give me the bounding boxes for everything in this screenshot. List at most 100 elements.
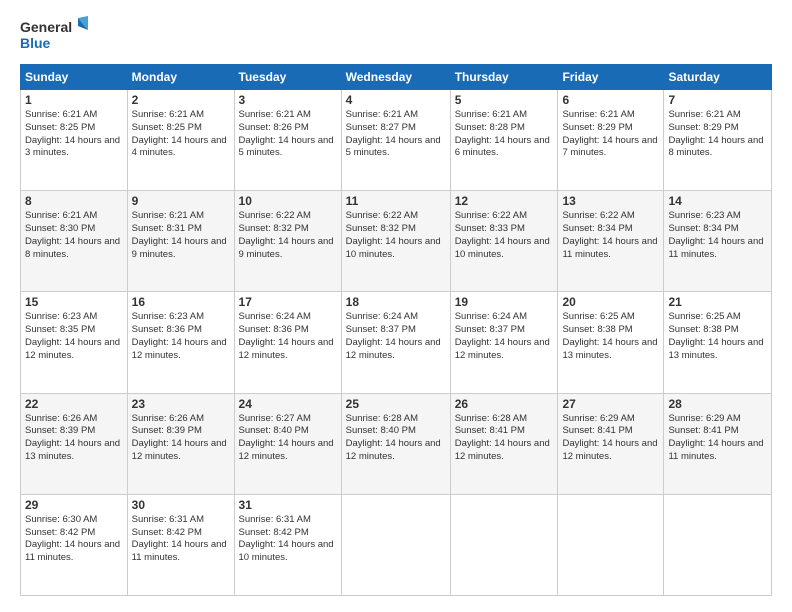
calendar-day-29: 29 Sunrise: 6:30 AM Sunset: 8:42 PM Dayl… — [21, 494, 128, 595]
day-info: Sunrise: 6:28 AM Sunset: 8:41 PM Dayligh… — [455, 413, 554, 464]
calendar-day-21: 21 Sunrise: 6:25 AM Sunset: 8:38 PM Dayl… — [664, 292, 772, 393]
calendar-week-4: 29 Sunrise: 6:30 AM Sunset: 8:42 PM Dayl… — [21, 494, 772, 595]
calendar-table: SundayMondayTuesdayWednesdayThursdayFrid… — [20, 64, 772, 596]
empty-cell — [558, 494, 664, 595]
day-info: Sunrise: 6:21 AM Sunset: 8:26 PM Dayligh… — [239, 109, 337, 160]
day-number: 14 — [668, 194, 767, 208]
calendar-day-19: 19 Sunrise: 6:24 AM Sunset: 8:37 PM Dayl… — [450, 292, 558, 393]
day-number: 13 — [562, 194, 659, 208]
day-info: Sunrise: 6:24 AM Sunset: 8:37 PM Dayligh… — [346, 311, 446, 362]
day-number: 28 — [668, 397, 767, 411]
day-number: 18 — [346, 295, 446, 309]
day-info: Sunrise: 6:21 AM Sunset: 8:30 PM Dayligh… — [25, 210, 123, 261]
calendar-week-0: 1 Sunrise: 6:21 AM Sunset: 8:25 PM Dayli… — [21, 90, 772, 191]
day-info: Sunrise: 6:23 AM Sunset: 8:36 PM Dayligh… — [132, 311, 230, 362]
day-info: Sunrise: 6:24 AM Sunset: 8:36 PM Dayligh… — [239, 311, 337, 362]
day-info: Sunrise: 6:22 AM Sunset: 8:33 PM Dayligh… — [455, 210, 554, 261]
day-info: Sunrise: 6:22 AM Sunset: 8:32 PM Dayligh… — [239, 210, 337, 261]
calendar-day-24: 24 Sunrise: 6:27 AM Sunset: 8:40 PM Dayl… — [234, 393, 341, 494]
day-info: Sunrise: 6:21 AM Sunset: 8:27 PM Dayligh… — [346, 109, 446, 160]
day-number: 10 — [239, 194, 337, 208]
day-info: Sunrise: 6:25 AM Sunset: 8:38 PM Dayligh… — [562, 311, 659, 362]
day-info: Sunrise: 6:26 AM Sunset: 8:39 PM Dayligh… — [132, 413, 230, 464]
calendar-day-23: 23 Sunrise: 6:26 AM Sunset: 8:39 PM Dayl… — [127, 393, 234, 494]
calendar-week-2: 15 Sunrise: 6:23 AM Sunset: 8:35 PM Dayl… — [21, 292, 772, 393]
calendar-day-27: 27 Sunrise: 6:29 AM Sunset: 8:41 PM Dayl… — [558, 393, 664, 494]
calendar-day-14: 14 Sunrise: 6:23 AM Sunset: 8:34 PM Dayl… — [664, 191, 772, 292]
day-info: Sunrise: 6:21 AM Sunset: 8:31 PM Dayligh… — [132, 210, 230, 261]
calendar-day-11: 11 Sunrise: 6:22 AM Sunset: 8:32 PM Dayl… — [341, 191, 450, 292]
day-number: 3 — [239, 93, 337, 107]
header: General Blue — [20, 16, 772, 54]
day-number: 31 — [239, 498, 337, 512]
calendar-day-28: 28 Sunrise: 6:29 AM Sunset: 8:41 PM Dayl… — [664, 393, 772, 494]
day-info: Sunrise: 6:22 AM Sunset: 8:32 PM Dayligh… — [346, 210, 446, 261]
day-info: Sunrise: 6:21 AM Sunset: 8:29 PM Dayligh… — [562, 109, 659, 160]
day-number: 15 — [25, 295, 123, 309]
calendar-day-1: 1 Sunrise: 6:21 AM Sunset: 8:25 PM Dayli… — [21, 90, 128, 191]
col-header-saturday: Saturday — [664, 65, 772, 90]
svg-text:Blue: Blue — [20, 35, 51, 51]
day-info: Sunrise: 6:22 AM Sunset: 8:34 PM Dayligh… — [562, 210, 659, 261]
day-number: 4 — [346, 93, 446, 107]
day-info: Sunrise: 6:30 AM Sunset: 8:42 PM Dayligh… — [25, 514, 123, 565]
calendar-day-26: 26 Sunrise: 6:28 AM Sunset: 8:41 PM Dayl… — [450, 393, 558, 494]
calendar-week-3: 22 Sunrise: 6:26 AM Sunset: 8:39 PM Dayl… — [21, 393, 772, 494]
day-info: Sunrise: 6:29 AM Sunset: 8:41 PM Dayligh… — [668, 413, 767, 464]
empty-cell — [341, 494, 450, 595]
col-header-monday: Monday — [127, 65, 234, 90]
day-number: 9 — [132, 194, 230, 208]
calendar-day-18: 18 Sunrise: 6:24 AM Sunset: 8:37 PM Dayl… — [341, 292, 450, 393]
day-number: 26 — [455, 397, 554, 411]
calendar-week-1: 8 Sunrise: 6:21 AM Sunset: 8:30 PM Dayli… — [21, 191, 772, 292]
calendar-day-30: 30 Sunrise: 6:31 AM Sunset: 8:42 PM Dayl… — [127, 494, 234, 595]
day-number: 30 — [132, 498, 230, 512]
calendar-day-15: 15 Sunrise: 6:23 AM Sunset: 8:35 PM Dayl… — [21, 292, 128, 393]
col-header-thursday: Thursday — [450, 65, 558, 90]
calendar-header-row: SundayMondayTuesdayWednesdayThursdayFrid… — [21, 65, 772, 90]
empty-cell — [664, 494, 772, 595]
day-number: 7 — [668, 93, 767, 107]
col-header-sunday: Sunday — [21, 65, 128, 90]
day-info: Sunrise: 6:21 AM Sunset: 8:25 PM Dayligh… — [132, 109, 230, 160]
day-number: 1 — [25, 93, 123, 107]
day-number: 11 — [346, 194, 446, 208]
day-number: 12 — [455, 194, 554, 208]
logo: General Blue — [20, 16, 90, 54]
day-info: Sunrise: 6:26 AM Sunset: 8:39 PM Dayligh… — [25, 413, 123, 464]
day-number: 6 — [562, 93, 659, 107]
calendar-day-13: 13 Sunrise: 6:22 AM Sunset: 8:34 PM Dayl… — [558, 191, 664, 292]
day-info: Sunrise: 6:23 AM Sunset: 8:35 PM Dayligh… — [25, 311, 123, 362]
day-number: 21 — [668, 295, 767, 309]
day-info: Sunrise: 6:27 AM Sunset: 8:40 PM Dayligh… — [239, 413, 337, 464]
calendar-day-17: 17 Sunrise: 6:24 AM Sunset: 8:36 PM Dayl… — [234, 292, 341, 393]
day-number: 8 — [25, 194, 123, 208]
calendar-day-6: 6 Sunrise: 6:21 AM Sunset: 8:29 PM Dayli… — [558, 90, 664, 191]
day-number: 27 — [562, 397, 659, 411]
day-number: 23 — [132, 397, 230, 411]
calendar-day-4: 4 Sunrise: 6:21 AM Sunset: 8:27 PM Dayli… — [341, 90, 450, 191]
logo-svg: General Blue — [20, 16, 90, 54]
calendar-day-22: 22 Sunrise: 6:26 AM Sunset: 8:39 PM Dayl… — [21, 393, 128, 494]
day-info: Sunrise: 6:28 AM Sunset: 8:40 PM Dayligh… — [346, 413, 446, 464]
col-header-tuesday: Tuesday — [234, 65, 341, 90]
day-number: 2 — [132, 93, 230, 107]
day-number: 16 — [132, 295, 230, 309]
calendar-day-7: 7 Sunrise: 6:21 AM Sunset: 8:29 PM Dayli… — [664, 90, 772, 191]
day-number: 29 — [25, 498, 123, 512]
svg-text:General: General — [20, 19, 72, 35]
day-info: Sunrise: 6:21 AM Sunset: 8:28 PM Dayligh… — [455, 109, 554, 160]
day-number: 24 — [239, 397, 337, 411]
calendar-day-5: 5 Sunrise: 6:21 AM Sunset: 8:28 PM Dayli… — [450, 90, 558, 191]
day-info: Sunrise: 6:31 AM Sunset: 8:42 PM Dayligh… — [132, 514, 230, 565]
col-header-wednesday: Wednesday — [341, 65, 450, 90]
page: General Blue SundayMondayTuesdayWednesda… — [0, 0, 792, 612]
calendar-day-25: 25 Sunrise: 6:28 AM Sunset: 8:40 PM Dayl… — [341, 393, 450, 494]
empty-cell — [450, 494, 558, 595]
day-info: Sunrise: 6:31 AM Sunset: 8:42 PM Dayligh… — [239, 514, 337, 565]
day-number: 22 — [25, 397, 123, 411]
day-info: Sunrise: 6:29 AM Sunset: 8:41 PM Dayligh… — [562, 413, 659, 464]
calendar-day-9: 9 Sunrise: 6:21 AM Sunset: 8:31 PM Dayli… — [127, 191, 234, 292]
day-info: Sunrise: 6:21 AM Sunset: 8:25 PM Dayligh… — [25, 109, 123, 160]
day-number: 20 — [562, 295, 659, 309]
